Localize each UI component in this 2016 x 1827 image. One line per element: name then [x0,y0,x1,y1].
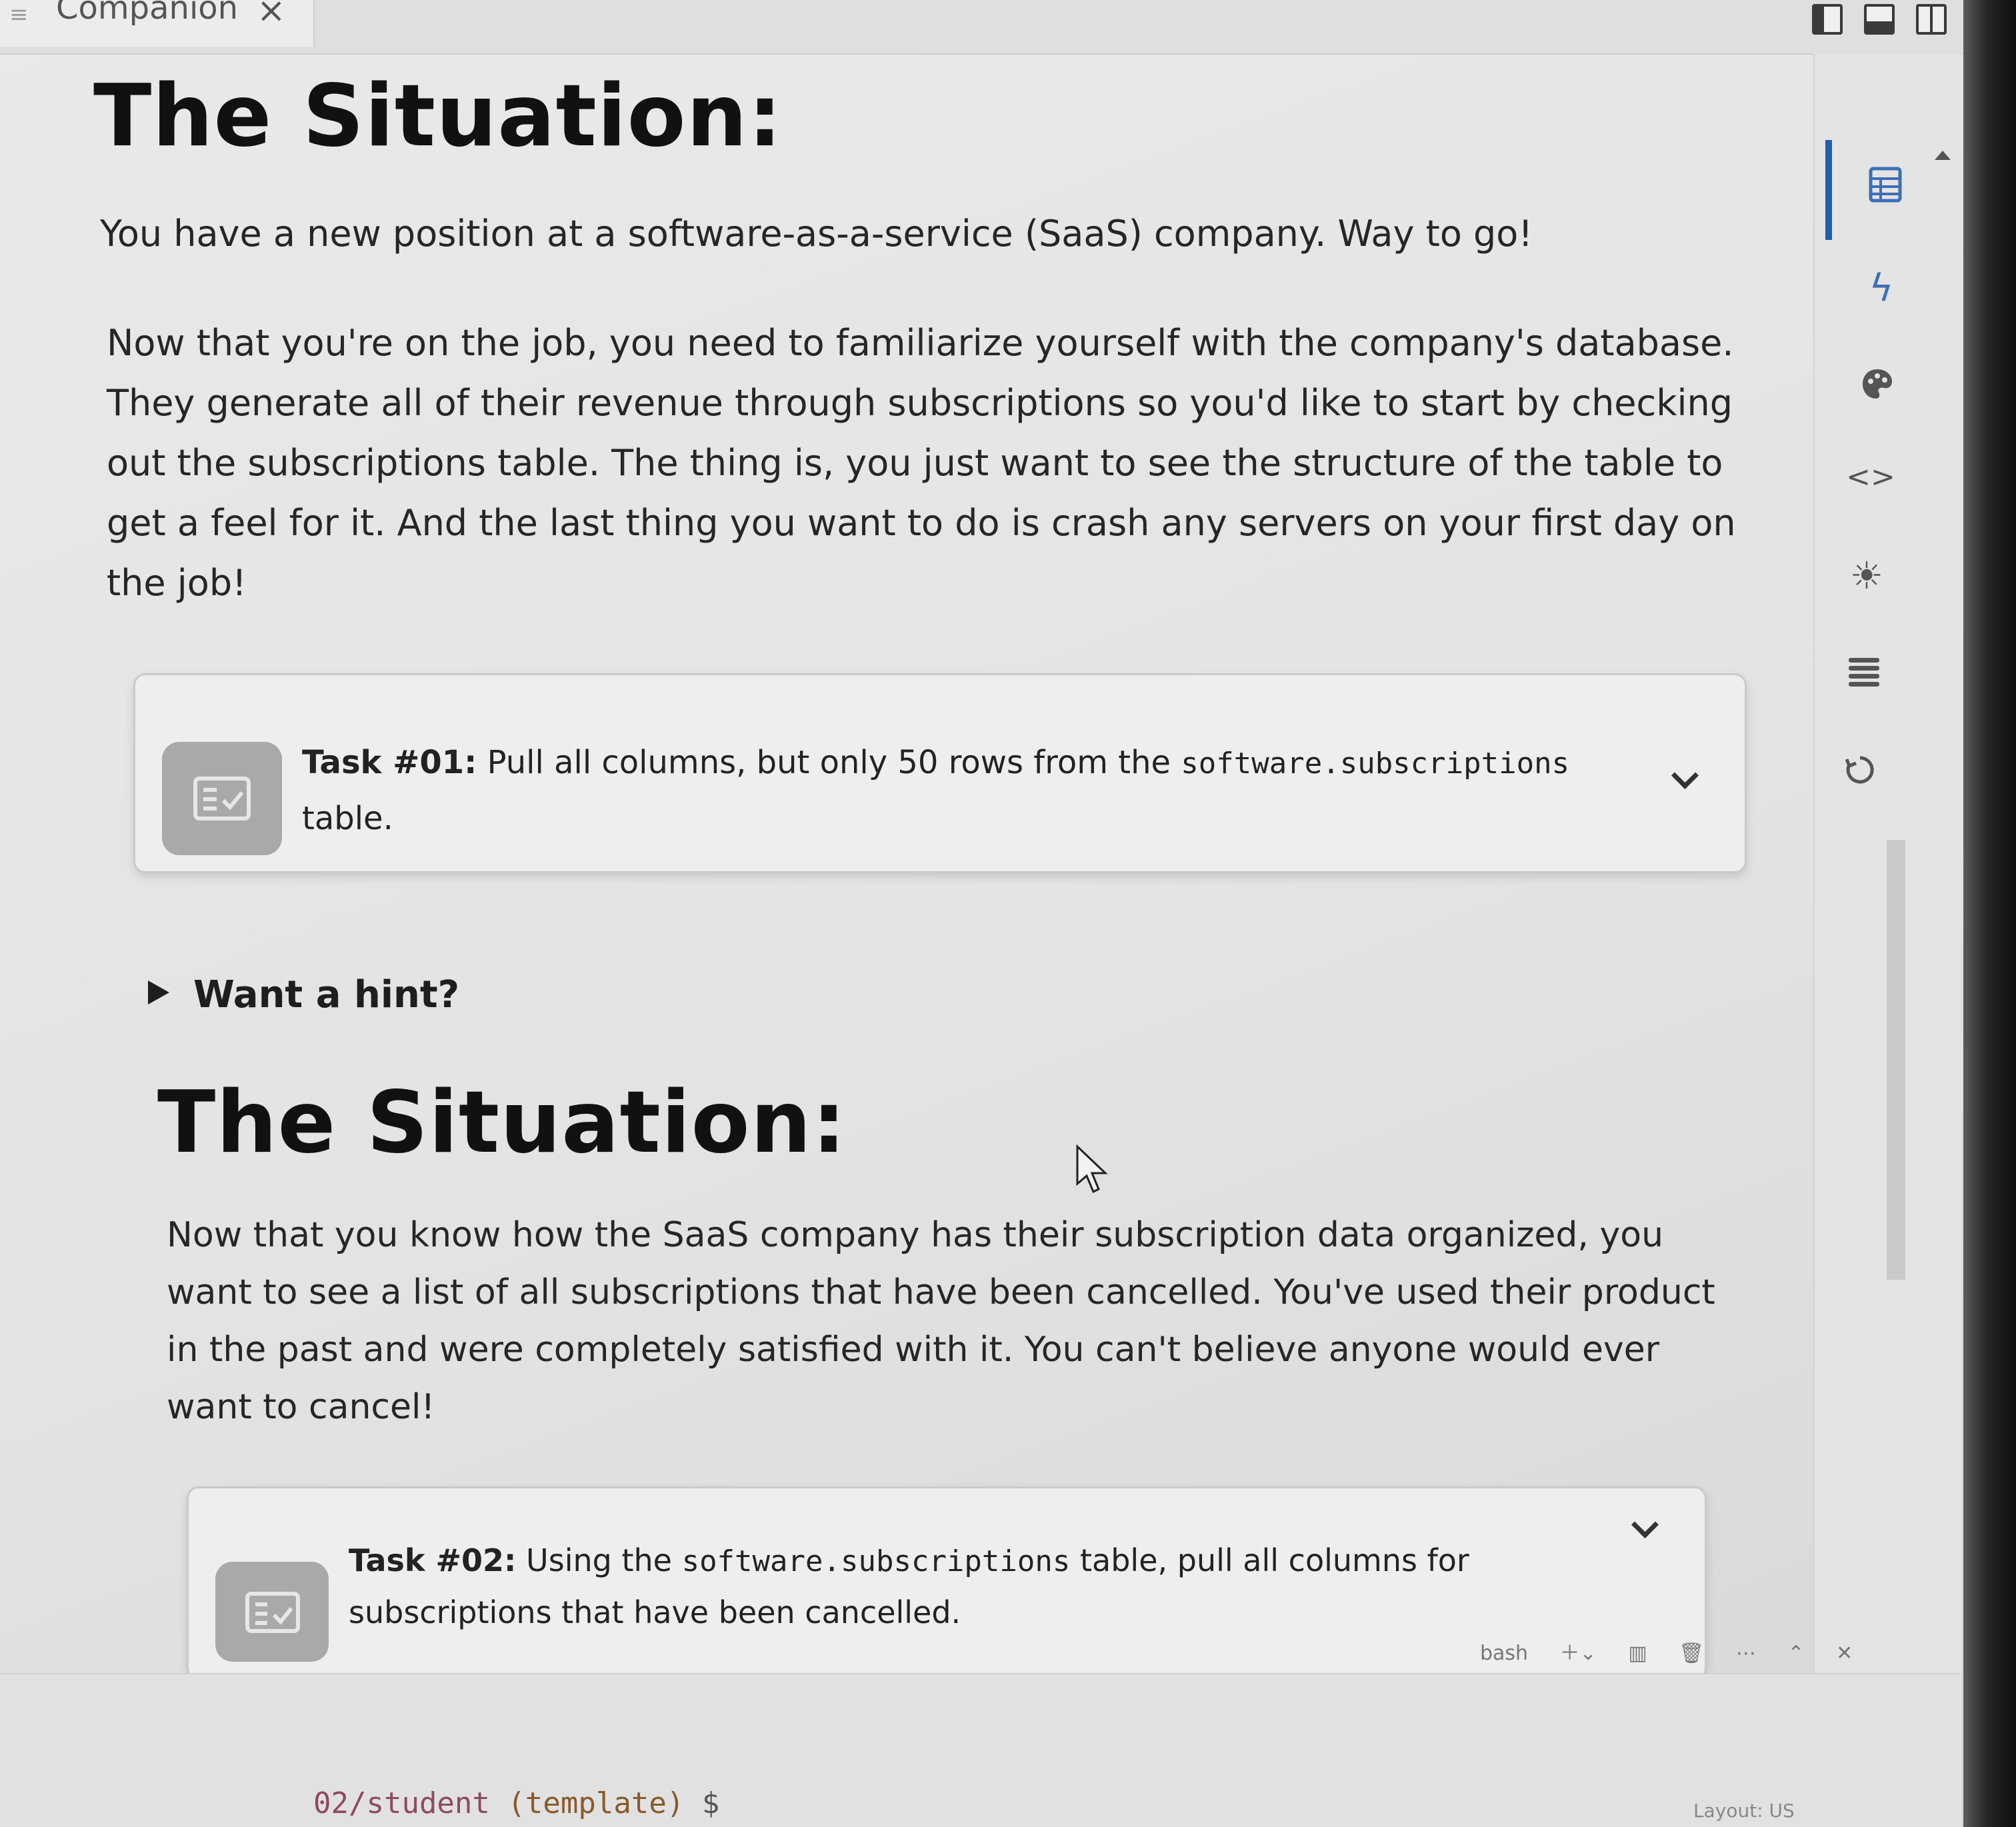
task-text: Pull all columns, but only 50 rows from … [477,744,1181,781]
section-heading: The Situation: [93,67,783,166]
task-label: Task #02: [349,1542,517,1578]
paragraph-line: out the subscriptions table. The thing i… [107,442,1723,484]
new-terminal-icon[interactable]: ＋⌄ [1560,1642,1597,1665]
list-icon[interactable] [1837,653,1891,697]
tab-title: Companion [56,0,239,27]
monitor-bezel [1963,0,2016,1827]
chevron-down-icon[interactable] [1631,1510,1659,1539]
paragraph-line: get a feel for it. And the last thing yo… [107,502,1736,544]
terminal-panel [0,1673,1960,1827]
task-card-02[interactable]: Task #02: Using the software.subscriptio… [187,1486,1707,1680]
disclosure-triangle-icon [148,980,169,1004]
trash-icon[interactable]: 🗑 [1679,1642,1704,1665]
scrollbar[interactable] [1887,840,1905,1280]
paragraph-line: Now that you're on the job, you need to … [107,322,1734,364]
task-icon [215,1562,329,1662]
chevron-down-icon[interactable] [1671,761,1699,790]
terminal-prompt[interactable]: 02/student (template) $ [313,1786,719,1820]
paragraph-line: You have a new position at a software-as… [100,213,1533,255]
terminal-toolbar: bash ＋⌄ ▥ 🗑 ⋯ ⌃ ✕ [1480,1636,1878,1666]
intro-paragraph: You have a new position at a software-as… [100,204,1533,264]
palette-icon[interactable] [1851,367,1904,411]
paragraph-line: want to cancel! [167,1387,435,1427]
app-window: ≡ Companion × ⋯ The Situation: You have … [0,0,2016,1827]
lightning-icon[interactable]: ϟ [1855,267,1908,310]
maximize-panel-icon[interactable]: ⌃ [1787,1642,1804,1665]
hint-toggle[interactable]: Want a hint? [148,973,459,1016]
paragraph-line: the job! [107,562,247,604]
terminal-shell-label[interactable]: bash [1480,1642,1528,1665]
task-text: table, pull all columns for [1070,1542,1469,1578]
sun-icon[interactable]: ☀ [1840,555,1893,598]
task-text-continued: subscriptions that have been cancelled. [349,1594,961,1630]
paragraph-line: in the past and were completely satisfie… [167,1330,1660,1370]
active-indicator [1825,140,1832,240]
close-icon[interactable]: × [257,0,286,31]
paragraph-line: Now that you know how the SaaS company h… [167,1215,1664,1255]
code-snippet: software.subscriptions [1181,747,1570,781]
toggle-panel-icon[interactable] [1864,4,1895,35]
menu-icon[interactable]: ≡ [9,1,29,28]
task-icon [162,742,282,855]
tab-bar: ≡ Companion × [0,0,2016,55]
context-paragraph: Now that you know how the SaaS company h… [167,1206,1715,1436]
toggle-secondary-sidebar-icon[interactable] [1916,4,1947,35]
tab-companion[interactable]: ≡ Companion × [0,0,315,47]
more-actions-icon[interactable]: ⋯ [1736,1642,1756,1665]
prompt-sign: $ [701,1786,720,1820]
keyboard-layout-status[interactable]: Layout: US [1693,1800,1795,1822]
section-heading: The Situation: [157,1073,847,1172]
hint-label: Want a hint? [193,973,460,1016]
close-panel-icon[interactable]: ✕ [1836,1642,1853,1665]
prompt-path: 02/student [313,1786,490,1820]
code-icon[interactable]: <> [1844,460,1897,494]
companion-content: The Situation: You have a new position a… [0,53,1813,1760]
task-description: Task #01: Pull all columns, but only 50 … [302,735,1569,846]
context-paragraph: Now that you're on the job, you need to … [107,313,1736,613]
code-snippet: software.subscriptions [681,1544,1071,1578]
task-card-01[interactable]: Task #01: Pull all columns, but only 50 … [133,673,1747,873]
refresh-icon[interactable] [1833,752,1887,795]
task-text-continued: table. [302,800,393,837]
task-description: Task #02: Using the software.subscriptio… [349,1535,1469,1638]
task-text: Using the [516,1542,682,1578]
split-terminal-icon[interactable]: ▥ [1628,1642,1647,1665]
toggle-primary-sidebar-icon[interactable] [1812,4,1843,35]
task-label: Task #01: [302,744,477,781]
mouse-cursor-icon [1075,1144,1112,1197]
paragraph-line: want to see a list of all subscriptions … [167,1272,1715,1312]
table-icon[interactable] [1859,167,1912,212]
paragraph-line: They generate all of their revenue throu… [107,382,1733,424]
scroll-up-icon[interactable] [1935,151,1951,160]
prompt-branch: (template) [507,1786,685,1820]
